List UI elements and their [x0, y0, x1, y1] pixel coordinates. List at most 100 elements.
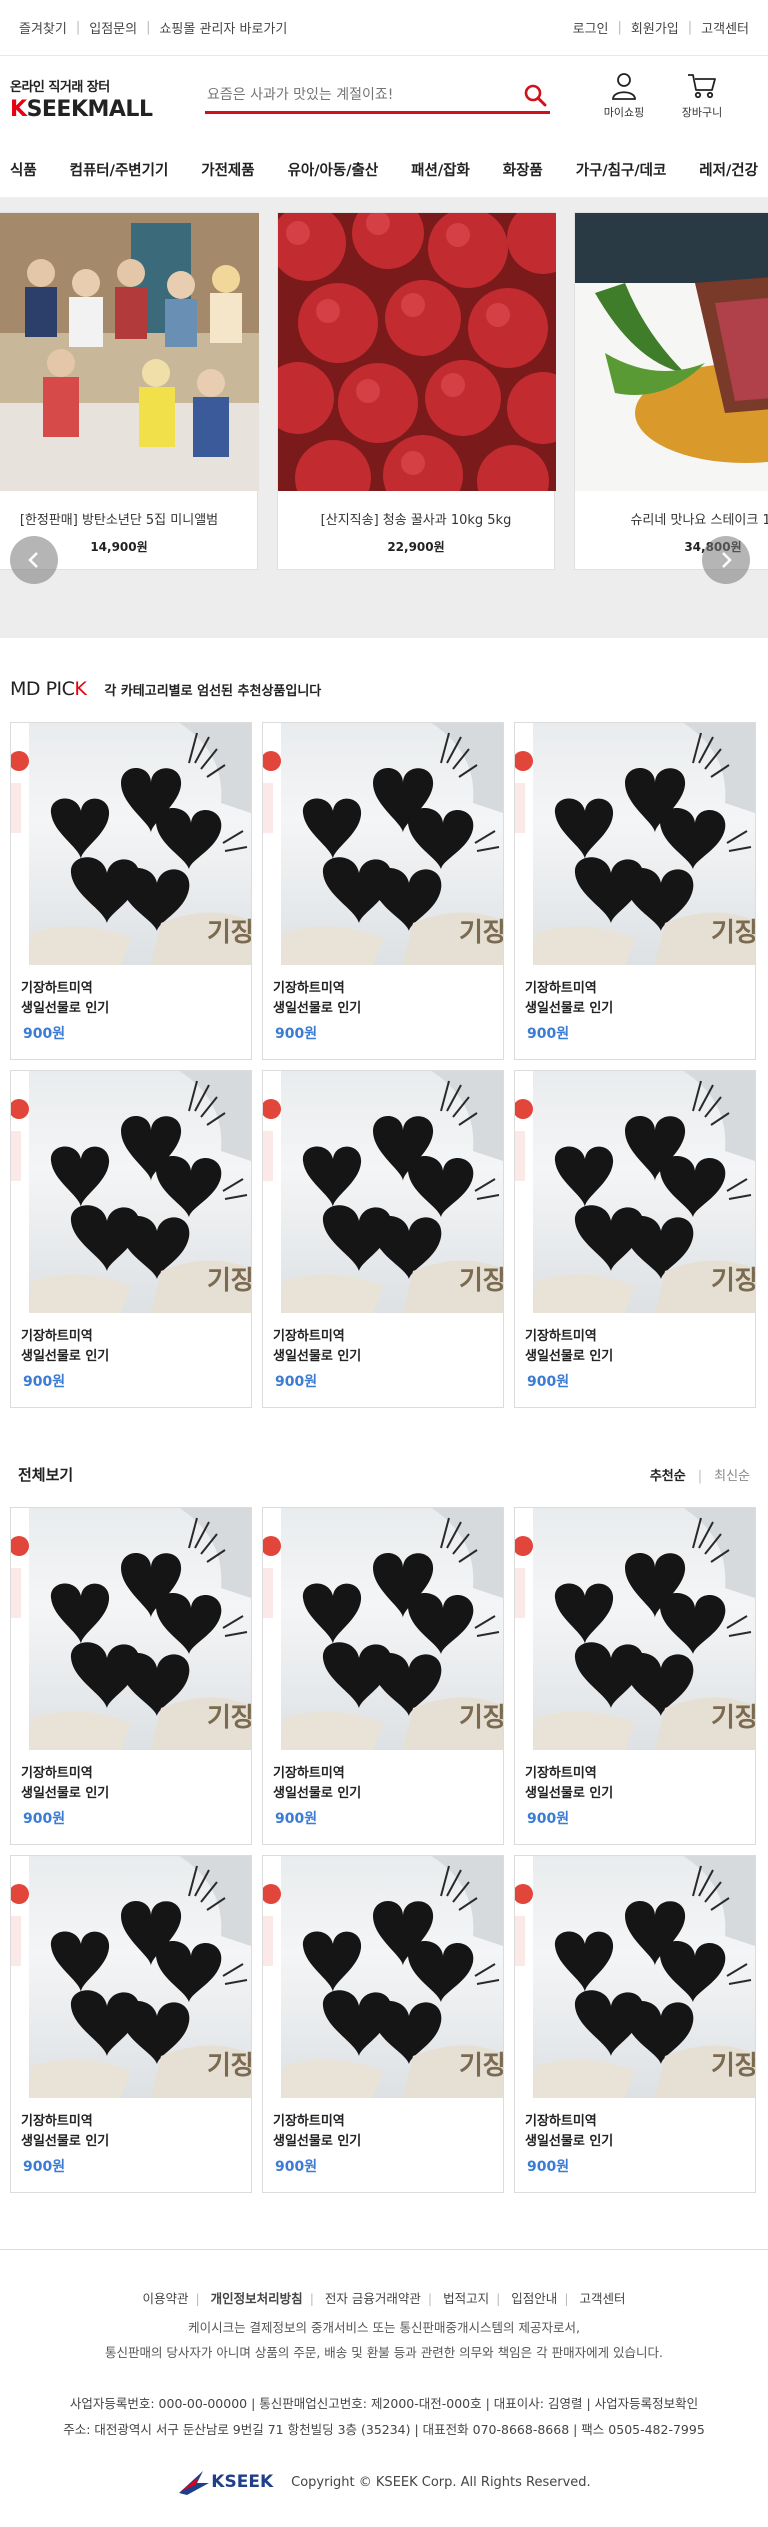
footer-link-customer-center[interactable]: 고객센터 [580, 2291, 626, 2306]
nav-item-cosmetics[interactable]: 화장품 [503, 159, 543, 180]
slide-image-group-photo [0, 213, 259, 491]
carousel-next-button[interactable] [702, 536, 750, 584]
product-package-text: 기장 [207, 1266, 251, 1296]
product-card[interactable]: 기장 기장하트미역 생일선물로 인기 900원 [514, 1855, 756, 2193]
slide-caption: [산지직송] 청송 꿀사과 10kg 5kg [320, 513, 512, 528]
nav-item-computer[interactable]: 컴퓨터/주변기기 [70, 159, 169, 180]
product-package-text: 기장 [207, 1703, 251, 1733]
product-name: 기장하트미역 생일선물로 인기 [273, 1329, 362, 1364]
product-image: 기장 [11, 1856, 251, 2098]
top-links-right: 로그인 | 회원가입 | 고객센터 [564, 18, 758, 37]
product-card[interactable]: 기장 기장하트미역 생일선물로 인기 900원 [514, 722, 756, 1060]
vendor-inquiry-link[interactable]: 입점문의 [80, 18, 146, 37]
cart-button[interactable]: 장바구니 [676, 72, 728, 120]
footer-desc-1: 케이시크는 결제정보의 중개서비스 또는 통신판매중개시스템의 제공자로서, [188, 2320, 580, 2335]
product-image: 기장 [515, 1071, 755, 1313]
bookmark-link[interactable]: 즐겨찾기 [10, 18, 76, 37]
footer-link-vendor[interactable]: 입점안내 [511, 2291, 557, 2306]
sort-newest[interactable]: 최신순 [714, 1469, 750, 1484]
product-price: 900원 [275, 1374, 318, 1390]
nav-item-food[interactable]: 식품 [10, 159, 37, 180]
footer-link-privacy[interactable]: 개인정보처리방침 [211, 2291, 303, 2306]
footer-links: 이용약관 | 개인정보처리방침 | 전자 금융거래약관 | 법적고지 | 입점안내 | 고… [142, 2291, 626, 2306]
banner-slide[interactable]: 슈리네 맛나요 스테이크 150g 34,800원 [574, 212, 768, 570]
product-name: 기장하트미역 생일선물로 인기 [525, 1329, 614, 1364]
product-card[interactable]: 기장 기장하트미역 생일선물로 인기 900원 [262, 1070, 504, 1408]
product-price: 900원 [23, 1374, 66, 1390]
search-input[interactable] [205, 86, 520, 103]
user-icon [612, 73, 636, 100]
product-card[interactable]: 기장 기장하트미역 생일선물로 인기 900원 [10, 1070, 252, 1408]
all-products-title: 전체보기 [18, 1466, 74, 1484]
product-package-text: 기장 [207, 2051, 251, 2081]
nav-item-appliances[interactable]: 가전제품 [201, 159, 254, 180]
slide-image-apples [278, 213, 556, 491]
nav-item-baby[interactable]: 유아/아동/출산 [288, 159, 379, 180]
product-image: 기장 [263, 1508, 503, 1750]
nav-item-furniture[interactable]: 가구/침구/데코 [576, 159, 667, 180]
product-image: 기장 [263, 1856, 503, 2098]
signup-link[interactable]: 회원가입 [622, 18, 688, 37]
footer-desc-2: 통신판매의 당사자가 아니며 상품의 주문, 배송 및 환불 등과 관련한 의무… [104, 2345, 664, 2360]
product-price: 900원 [275, 1811, 318, 1827]
nav-item-fashion[interactable]: 패션/잡화 [411, 159, 470, 180]
admin-link[interactable]: 쇼핑몰 관리자 바로가기 [150, 18, 296, 37]
banner-slides: [한정판매] 방탄소년단 5집 미니앨범 14,900원 [산지직송] 청송 꿀… [0, 212, 768, 570]
search-button[interactable] [520, 80, 550, 110]
product-package-text: 기장 [459, 918, 503, 948]
product-image: 기장 [11, 723, 251, 965]
product-card[interactable]: 기장 기장하트미역 생일선물로 인기 900원 [514, 1070, 756, 1408]
product-card[interactable]: 기장 기장하트미역 생일선물로 인기 900원 [262, 1855, 504, 2193]
my-shopping-button[interactable]: 마이쇼핑 [598, 72, 650, 120]
product-name: 기장하트미역 생일선물로 인기 [525, 981, 614, 1016]
banner-slide[interactable]: [산지직송] 청송 꿀사과 10kg 5kg 22,900원 [277, 212, 556, 570]
sort-recommended[interactable]: 추천순 [650, 1469, 686, 1484]
customer-center-link[interactable]: 고객센터 [692, 18, 758, 37]
footer-logo[interactable]: KSEEK [177, 2467, 273, 2497]
product-price: 900원 [23, 1811, 66, 1827]
footer-link-finance-terms[interactable]: 전자 금융거래약관 [325, 2291, 421, 2306]
footer-copyright: Copyright © KSEEK Corp. All Rights Reser… [291, 2474, 591, 2490]
footer-company-info: 사업자등록번호: 000-00-00000 | 통신판매업신고번호: 제2000… [0, 2391, 768, 2443]
product-name: 기장하트미역 생일선물로 인기 [525, 2114, 614, 2149]
slide-image-steak [575, 213, 768, 491]
footer-link-terms[interactable]: 이용약관 [142, 2291, 188, 2306]
product-package-text: 기장 [459, 2051, 503, 2081]
mdpick-grid: 기장 기장하트미역 생일선물로 인기 900원 기장 기장하트미역 생일선물로 … [0, 722, 768, 1408]
all-products-header: 전체보기 추천순 | 최신순 [0, 1464, 768, 1485]
nav-item-leisure[interactable]: 레저/건강 [699, 159, 758, 180]
login-link[interactable]: 로그인 [564, 18, 618, 37]
slide-price: 22,900원 [387, 540, 445, 554]
product-package-text: 기장 [459, 1266, 503, 1296]
product-name: 기장하트미역 생일선물로 인기 [273, 1766, 362, 1801]
my-shopping-label: 마이쇼핑 [603, 106, 645, 119]
product-image: 기장 [515, 1856, 755, 2098]
product-card[interactable]: 기장 기장하트미역 생일선물로 인기 900원 [514, 1507, 756, 1845]
banner-slide[interactable]: [한정판매] 방탄소년단 5집 미니앨범 14,900원 [0, 212, 259, 570]
product-card[interactable]: 기장 기장하트미역 생일선물로 인기 900원 [262, 722, 504, 1060]
carousel-prev-button[interactable] [10, 536, 58, 584]
product-image: 기장 [515, 1508, 755, 1750]
product-name: 기장하트미역 생일선물로 인기 [21, 2114, 110, 2149]
footer-link-legal[interactable]: 법적고지 [443, 2291, 489, 2306]
kseek-logo-icon [179, 2471, 210, 2495]
site-logo[interactable]: 온라인 직거래 장터 KSEEKMALL [10, 76, 190, 122]
product-image: 기장 [515, 723, 755, 965]
top-links-left: 즐겨찾기 | 입점문의 | 쇼핑몰 관리자 바로가기 [10, 18, 296, 37]
product-image: 기장 [263, 1071, 503, 1313]
product-image: 기장 [11, 1071, 251, 1313]
product-card[interactable]: 기장 기장하트미역 생일선물로 인기 900원 [10, 1855, 252, 2193]
search-icon [524, 84, 547, 106]
product-card[interactable]: 기장 기장하트미역 생일선물로 인기 900원 [10, 722, 252, 1060]
category-nav: 식품 컴퓨터/주변기기 가전제품 유아/아동/출산 패션/잡화 화장품 가구/침… [0, 142, 768, 198]
footer-copyright-row: KSEEK Copyright © KSEEK Corp. All Rights… [0, 2467, 768, 2497]
footer-info-line-1: 사업자등록번호: 000-00-00000 | 통신판매업신고번호: 제2000… [69, 2396, 699, 2411]
header: 온라인 직거래 장터 KSEEKMALL 마이쇼핑 장바구니 [0, 56, 768, 142]
product-price: 900원 [527, 1374, 570, 1390]
product-card[interactable]: 기장 기장하트미역 생일선물로 인기 900원 [10, 1507, 252, 1845]
product-image: 기장 [11, 1508, 251, 1750]
product-package-text: 기장 [711, 918, 755, 948]
product-card[interactable]: 기장 기장하트미역 생일선물로 인기 900원 [262, 1507, 504, 1845]
product-price: 900원 [23, 1026, 66, 1042]
slide-caption: [한정판매] 방탄소년단 5집 미니앨범 [19, 513, 219, 528]
